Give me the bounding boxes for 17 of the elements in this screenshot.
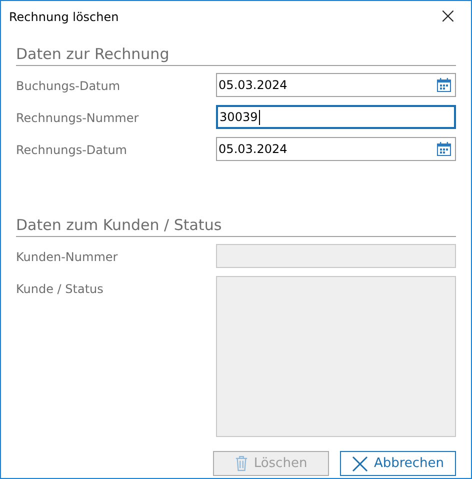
date-field[interactable]: 05.03.2024 <box>216 73 456 97</box>
field-label: Kunde / Status <box>16 281 104 298</box>
window-title: Rechnung löschen <box>9 10 119 24</box>
section-heading: Daten zum Kunden / Status <box>16 216 456 237</box>
close-button[interactable]: × <box>425 1 471 32</box>
cancel-button[interactable]: Abbrechen <box>340 451 456 476</box>
field-label: Buchungs-Datum <box>16 78 122 95</box>
date-field[interactable]: 05.03.2024 <box>216 137 456 161</box>
field-label: Rechnungs-Datum <box>16 142 128 159</box>
close-icon <box>352 456 368 472</box>
section-heading: Daten zur Rechnung <box>16 45 456 66</box>
trash-icon <box>234 455 248 472</box>
calendar-icon <box>436 141 452 157</box>
calendar-icon <box>436 77 452 93</box>
field-label: Kunden-Nummer <box>16 249 119 266</box>
field-label: Rechnungs-Nummer <box>16 110 140 127</box>
input-field[interactable]: 30039 <box>216 105 456 129</box>
